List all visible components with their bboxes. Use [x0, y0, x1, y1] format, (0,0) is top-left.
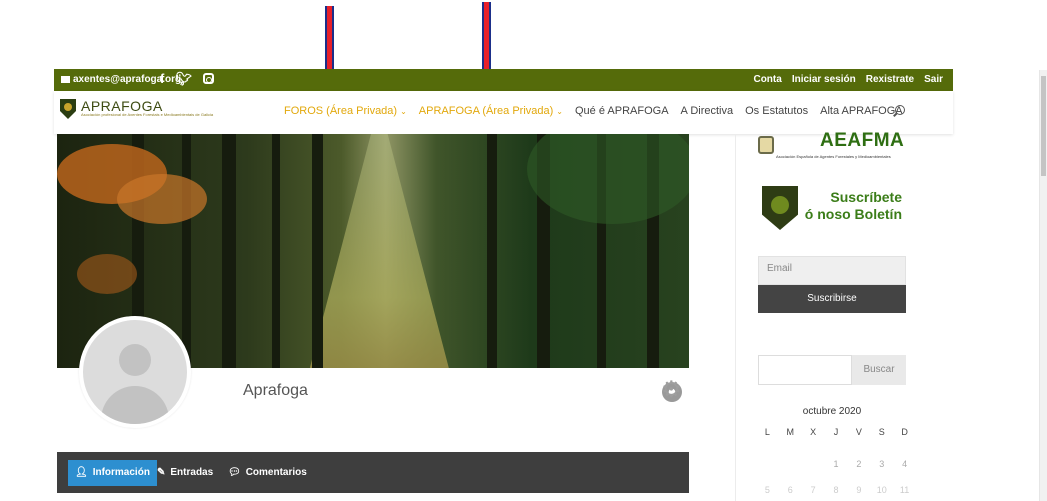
calendar-day: 6 [787, 485, 793, 495]
site-logo[interactable]: APRAFOGA Asociación profesional de Axent… [60, 99, 213, 119]
envelope-icon [61, 76, 70, 83]
twitter-icon[interactable]: 🐦︎ [175, 70, 192, 88]
calendar-day: 3 [879, 459, 885, 469]
logo-subtitle: Asociación profesional de Axentes Forest… [81, 112, 214, 117]
menu-item-board[interactable]: A Directiva [681, 105, 734, 117]
weekday-label: J [833, 427, 839, 437]
calendar: L M X J V S D 1 2 3 4 5 6 7 8 9 10 11 [756, 427, 916, 501]
tree-trunk [487, 134, 497, 368]
calendar-day [802, 459, 825, 475]
top-bar: axentes@aprafoga.org f 🐦︎ Conta Iniciar … [54, 69, 953, 91]
tree-trunk [222, 134, 236, 368]
newsletter-banner[interactable]: Suscríbete ó noso Boletín [762, 186, 908, 234]
calendar-week: 1 2 3 4 [756, 459, 916, 475]
logout-link[interactable]: Sair [924, 74, 943, 85]
chevron-down-icon: ⌄ [400, 107, 407, 116]
tab-comments[interactable]: 💬︎ Comentarios [228, 460, 307, 486]
account-links: Conta Iniciar sesión Rexistrate Sair [753, 74, 943, 85]
autumn-leaves [77, 254, 137, 294]
main-nav: APRAFOGA Asociación profesional de Axent… [54, 91, 953, 134]
weekday-label: S [878, 427, 885, 437]
calendar-day: 7 [810, 485, 816, 495]
menu-item-foros[interactable]: FOROS (Área Privada) ⌄ [284, 105, 407, 117]
login-link[interactable]: Iniciar sesión [792, 74, 856, 85]
menu-item-join[interactable]: Alta APRAFOGA [820, 105, 903, 117]
search-button[interactable]: Buscar [852, 355, 906, 385]
calendar-weekdays: L M X J V S D [756, 427, 916, 443]
newsletter-line1: Suscríbete [830, 189, 902, 205]
calendar-day: 8 [833, 485, 839, 495]
aeafma-banner[interactable]: AEAFMA Asociación Española de Agentes Fo… [758, 130, 908, 162]
user-icon: 👤︎ [75, 467, 88, 478]
register-link[interactable]: Rexistrate [866, 74, 914, 85]
instagram-icon[interactable] [202, 73, 214, 84]
speech-bubble-icon: 💬︎ [228, 467, 241, 478]
pencil-icon: ✎ [157, 467, 166, 478]
calendar-day: 1 [833, 459, 839, 469]
tree-trunk [182, 134, 191, 368]
tree-trunk [272, 134, 280, 368]
calendar-day [756, 459, 779, 475]
newsletter-line2: ó noso Boletín [804, 206, 902, 222]
calendar-day: 5 [764, 485, 770, 495]
menu-item-about[interactable]: Qué é APRAFOGA [575, 105, 669, 117]
profile-name: Aprafoga [243, 382, 308, 399]
menu-item-aprafoga-private[interactable]: APRAFOGA (Área Privada) ⌄ [419, 105, 563, 117]
page-scrollbar[interactable] [1039, 70, 1047, 501]
weekday-label: L [764, 427, 770, 437]
sidebar-divider [735, 134, 736, 501]
profile-tab-bar: 👤︎ Información ✎ Entradas 💬︎ Comentarios [57, 452, 689, 493]
calendar-title: octubre 2020 [802, 406, 862, 417]
tab-label: Comentarios [245, 467, 307, 478]
tab-information[interactable]: 👤︎ Información [68, 460, 157, 486]
calendar-day: 2 [856, 459, 862, 469]
tree-trunk [312, 134, 323, 368]
tab-entries[interactable]: ✎ Entradas [157, 460, 213, 486]
menu-item-label: FOROS (Área Privada) [284, 105, 398, 117]
weekday-label: V [855, 427, 862, 437]
newsletter-shield-icon [762, 186, 798, 230]
tab-label: Entradas [170, 467, 214, 478]
aeafma-name: AEAFMA [820, 130, 905, 151]
social-links: f 🐦︎ [160, 70, 214, 88]
search-input[interactable] [758, 355, 852, 385]
weekday-label: X [810, 427, 817, 437]
autumn-leaves [117, 174, 207, 224]
tab-label: Información [92, 467, 150, 478]
calendar-day [779, 459, 802, 475]
nav-menu: FOROS (Área Privada) ⌄ APRAFOGA (Área Pri… [284, 105, 903, 117]
calendar-week: 5 6 7 8 9 10 11 [756, 485, 916, 501]
weekday-label: M [786, 427, 795, 437]
subscribe-button[interactable]: Suscribirse [758, 285, 906, 313]
menu-item-label: APRAFOGA (Área Privada) [418, 105, 554, 117]
weekday-label: D [901, 427, 908, 437]
forest-path [309, 134, 449, 368]
calendar-day: 9 [856, 485, 862, 495]
calendar-day: 10 [876, 485, 887, 495]
facebook-icon[interactable]: f [160, 70, 164, 88]
logo-shield-icon [60, 99, 76, 119]
account-link[interactable]: Conta [753, 74, 781, 85]
calendar-day: 11 [899, 485, 910, 495]
aeafma-seal-icon [758, 136, 774, 154]
search-icon[interactable] [895, 105, 905, 115]
chevron-down-icon: ⌄ [556, 107, 563, 116]
calendar-day: 4 [902, 459, 908, 469]
green-foliage [527, 134, 689, 224]
gear-icon[interactable] [661, 377, 682, 403]
aeafma-subtitle: Asociación Española de Agentes Forestale… [776, 154, 891, 159]
email-field[interactable]: Email [758, 256, 906, 285]
avatar [79, 316, 191, 428]
menu-item-statutes[interactable]: Os Estatutos [745, 105, 808, 117]
logo-name: APRAFOGA [81, 98, 163, 114]
scrollbar-thumb[interactable] [1041, 76, 1046, 176]
